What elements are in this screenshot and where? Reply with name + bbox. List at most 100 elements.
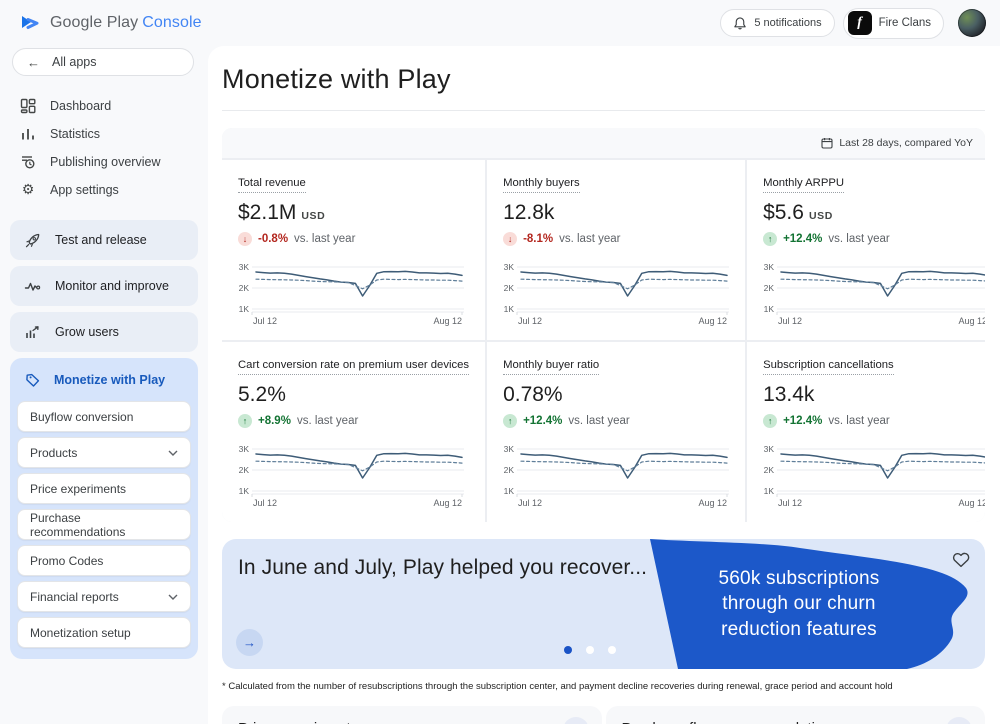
metrics-grid: Total revenue $2.1M USD ↓ -0.8% vs. last… (222, 160, 985, 522)
monetize-label: Monetize with Play (54, 373, 165, 387)
svg-text:Jul 12: Jul 12 (253, 316, 277, 326)
gear-icon: ⚙ (20, 182, 36, 198)
all-apps-back-button[interactable]: ← All apps (12, 48, 194, 76)
sub-item-label: Promo Codes (30, 554, 103, 568)
svg-text:2K: 2K (764, 283, 775, 293)
sidebar-item-dashboard[interactable]: Dashboard (0, 92, 208, 120)
sidebar-section-monetize-header[interactable]: Monetize with Play (16, 364, 192, 396)
banner-next-button[interactable]: → (236, 629, 263, 656)
logo-brand-text: Google Play (50, 14, 138, 31)
metric-label[interactable]: Cart conversion rate on premium user dev… (238, 359, 469, 375)
metric-label[interactable]: Total revenue (238, 177, 306, 193)
account-avatar[interactable] (958, 9, 986, 37)
svg-text:Aug 12: Aug 12 (959, 316, 985, 326)
svg-text:1K: 1K (764, 304, 775, 314)
notifications-button[interactable]: 5 notifications (720, 9, 834, 37)
heart-icon (951, 550, 971, 568)
pulse-icon (24, 278, 41, 295)
svg-text:3K: 3K (764, 444, 775, 454)
metric-unit: USD (809, 210, 833, 222)
metric-sparkline: 1K2K3KJul 12Aug 12 (238, 255, 469, 332)
metric-sparkline: 1K2K3KJul 12Aug 12 (503, 437, 729, 514)
metric-label[interactable]: Monthly ARPPU (763, 177, 844, 193)
promo-banner[interactable]: In June and July, Play helped you recove… (222, 539, 985, 669)
metric-label[interactable]: Monthly buyer ratio (503, 359, 599, 375)
svg-text:3K: 3K (239, 262, 250, 272)
sub-item-label: Monetization setup (30, 626, 131, 640)
metrics-toolbar: Last 28 days, compared YoY (222, 128, 985, 158)
metric-sparkline: 1K 2K 3K Jul 12 Aug 12 (763, 255, 985, 332)
metric-value: $2.1M (238, 201, 296, 225)
card-title: Purchase flow recommendations (622, 720, 970, 724)
arrow-right-icon: → (243, 635, 256, 650)
metric-delta: ↓ -8.1% vs. last year (503, 232, 729, 246)
sidebar-section-monitor-and-improve[interactable]: Monitor and improve (10, 266, 198, 306)
sidebar-item-label: Publishing overview (50, 155, 160, 169)
sidebar-item-buyflow-conversion[interactable]: Buyflow conversion (17, 401, 191, 432)
chevron-down-icon (168, 594, 178, 600)
bar-chart-icon (20, 126, 36, 142)
publishing-overview-icon (20, 154, 36, 170)
carousel-dot-1[interactable] (564, 646, 572, 654)
sidebar-item-app-settings[interactable]: ⚙ App settings (0, 176, 208, 204)
sidebar-item-purchase-recommendations[interactable]: Purchase recommendations (17, 509, 191, 540)
metric-card: Monthly ARPPU $5.6 USD ↑ +12.4% vs. last… (747, 160, 985, 340)
bottom-cards: Price experiments → You have 4 experimen… (222, 706, 985, 724)
metric-unit: USD (301, 210, 325, 222)
carousel-dot-3[interactable] (608, 646, 616, 654)
sidebar-item-products[interactable]: Products (17, 437, 191, 468)
purchase-flow-recommendations-card[interactable]: Purchase flow recommendations → You have… (606, 706, 986, 724)
svg-text:2K: 2K (504, 465, 515, 475)
svg-text:Aug 12: Aug 12 (433, 498, 462, 508)
svg-text:Aug 12: Aug 12 (433, 316, 462, 326)
sidebar-item-label: Statistics (50, 127, 100, 141)
svg-text:1K: 1K (504, 304, 515, 314)
sidebar-item-financial-reports[interactable]: Financial reports (17, 581, 191, 612)
dashboard-icon (20, 98, 36, 114)
sidebar-section-grow-users[interactable]: Grow users (10, 312, 198, 352)
svg-text:Jul 12: Jul 12 (778, 498, 802, 508)
sidebar-item-statistics[interactable]: Statistics (0, 120, 208, 148)
metric-label[interactable]: Monthly buyers (503, 177, 580, 193)
chevron-down-icon (168, 450, 178, 456)
sub-item-label: Products (30, 446, 77, 460)
page-title: Monetize with Play (222, 64, 985, 95)
date-range-chip[interactable]: Last 28 days, compared YoY (821, 137, 973, 149)
trend-arrow-icon: ↑ (238, 414, 252, 428)
metric-value: 0.78% (503, 383, 563, 407)
sidebar-section-test-and-release[interactable]: Test and release (10, 220, 198, 260)
sidebar-item-publishing-overview[interactable]: Publishing overview (0, 148, 208, 176)
svg-text:Jul 12: Jul 12 (253, 498, 277, 508)
svg-text:1K: 1K (239, 486, 250, 496)
open-purchase-flow-recommendations-button[interactable]: → (946, 717, 972, 724)
sparkline-chart: 1K2K3KJul 12Aug 12 (238, 255, 464, 327)
sparkline-chart: 1K 2K 3K Jul 12 Aug 12 (763, 255, 985, 327)
metric-label[interactable]: Subscription cancellations (763, 359, 894, 375)
sidebar-item-monetization-setup[interactable]: Monetization setup (17, 617, 191, 648)
metric-value: 12.8k (503, 201, 554, 225)
svg-text:Aug 12: Aug 12 (699, 498, 728, 508)
sidebar-item-label: App settings (50, 183, 119, 197)
metric-delta: ↑ +12.4% vs. last year (763, 232, 985, 246)
metric-delta-suffix: vs. last year (568, 415, 629, 427)
title-divider (222, 110, 985, 111)
metrics-panel: Last 28 days, compared YoY Total revenue… (222, 128, 985, 522)
open-price-experiments-button[interactable]: → (563, 717, 589, 724)
metric-value: 13.4k (763, 383, 814, 407)
app-switcher-button[interactable]: f Fire Clans (843, 8, 944, 39)
metric-value: 5.2% (238, 383, 286, 407)
svg-text:Jul 12: Jul 12 (778, 316, 802, 326)
trend-arrow-icon: ↓ (503, 232, 517, 246)
svg-text:3K: 3K (764, 262, 775, 272)
play-console-logo[interactable]: Google PlayConsole (18, 11, 202, 35)
sidebar-item-price-experiments[interactable]: Price experiments (17, 473, 191, 504)
svg-text:Jul 12: Jul 12 (518, 316, 542, 326)
sidebar-item-promo-codes[interactable]: Promo Codes (17, 545, 191, 576)
metric-card: Subscription cancellations 13.4k ↑ +12.4… (747, 342, 985, 522)
carousel-dot-2[interactable] (586, 646, 594, 654)
svg-text:2K: 2K (504, 283, 515, 293)
sidebar-item-label: Dashboard (50, 99, 111, 113)
price-experiments-card[interactable]: Price experiments → You have 4 experimen… (222, 706, 602, 724)
favorite-button[interactable] (951, 550, 971, 571)
bell-icon (733, 16, 747, 31)
